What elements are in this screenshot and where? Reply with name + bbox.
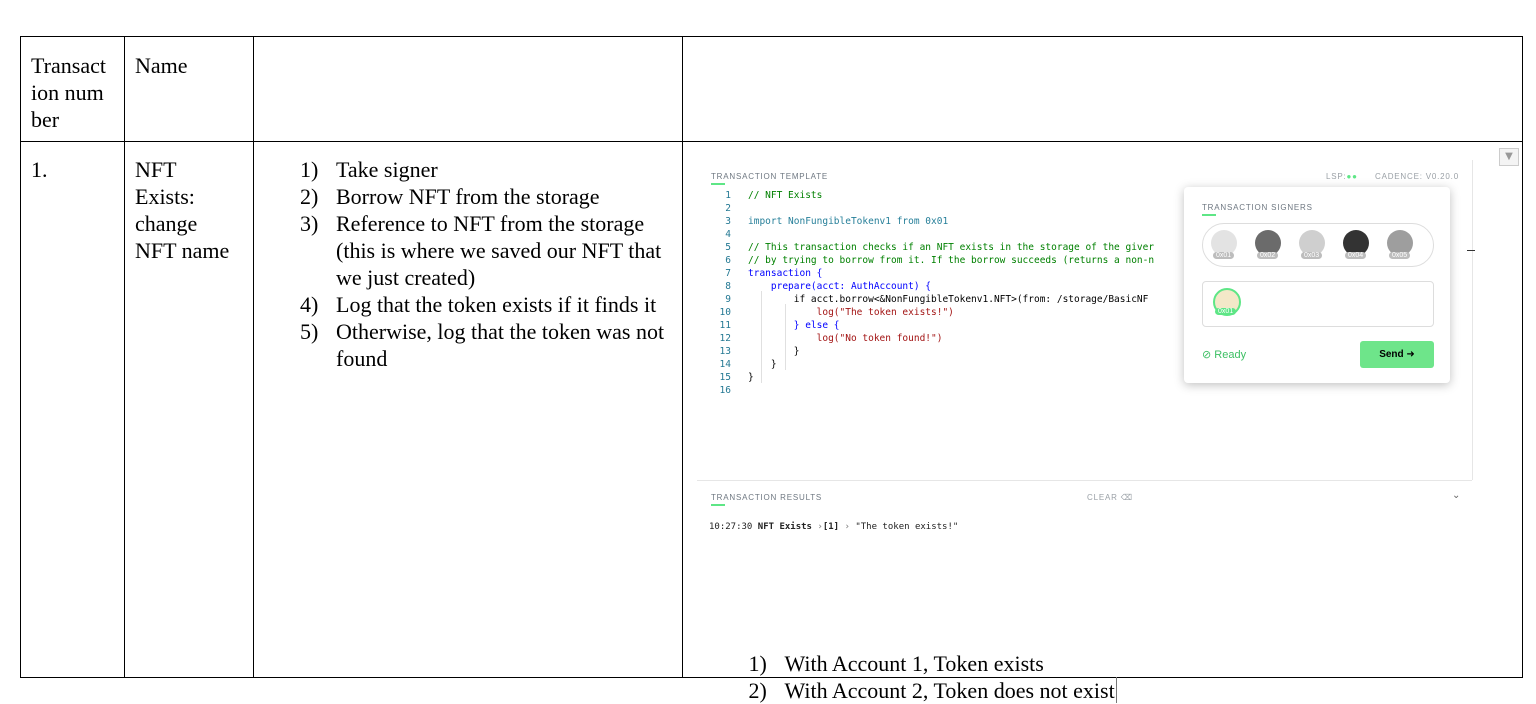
chevron-down-icon[interactable]: ⌄ [1452, 490, 1461, 501]
code-line: 12 log("No token found!") [719, 333, 943, 344]
check-circle-icon: ⊘ [1202, 349, 1212, 361]
clear-button[interactable]: CLEAR ⌫ [1087, 493, 1133, 502]
signers-header: TRANSACTION SIGNERS [1202, 203, 1313, 212]
scroll-down-icon[interactable]: ▼ [1499, 148, 1519, 166]
signers-header-underline [1202, 214, 1216, 216]
code-line: 7 transaction { [725, 268, 823, 279]
code-line: 14 } [719, 359, 777, 370]
results-header: TRANSACTION RESULTS [711, 493, 823, 502]
code-line: 4 [725, 229, 731, 240]
code-editor[interactable]: 1// NFT Exists 2 3 import NonFungibleToke… [707, 189, 1155, 397]
results-notes-list: 1) With Account 1, Token exists 2) With Ac… [749, 650, 1249, 704]
steps-list: 1) Take signer 2) Borrow NFT from the stor… [254, 142, 682, 372]
template-header-underline [711, 183, 725, 185]
list-item: 3) Reference to NFT from the storage (thi… [300, 211, 662, 290]
code-line: 3 import NonFungibleTokenv1 from 0x01 [725, 216, 949, 227]
cadence-version: CADENCE: V0.20.0 [1375, 172, 1459, 181]
cell-name: NFT Exists: change NFT name [124, 141, 254, 678]
code-line: 10 log("The token exists!") [719, 307, 954, 318]
cell-transaction-number: 1. [20, 141, 125, 678]
header-row: Transact ion number Name [20, 36, 1523, 142]
list-item: 2) With Account 2, Token does not exist [748, 676, 1117, 703]
header-name: Name [124, 36, 254, 142]
lsp-dot-icon: ●● [1346, 172, 1358, 181]
transaction-signers-panel: TRANSACTION SIGNERS 0x01 0x02 0x03 0x04 … [1184, 187, 1450, 383]
list-item: 4) Log that the token exists if it finds … [300, 292, 657, 317]
list-item: 5) Otherwise, log that the token was not … [300, 319, 665, 371]
code-line: 9 if acct.borrow<&NonFungibleTokenv1.NFT… [725, 294, 1149, 305]
code-line: 13 } [719, 346, 800, 357]
selected-signers-box[interactable]: 0x01 [1202, 281, 1434, 327]
results-header-underline [711, 504, 725, 506]
arrow-right-circle-icon: ➜ [1406, 349, 1415, 360]
header-empty-2 [682, 36, 1523, 142]
list-item: 2) Borrow NFT from the storage [300, 184, 600, 209]
code-line: 1// NFT Exists [725, 190, 823, 201]
code-line: 5// This transaction checks if an NFT ex… [725, 242, 1155, 253]
cell-steps: 1) Take signer 2) Borrow NFT from the stor… [253, 141, 683, 678]
template-header: TRANSACTION TEMPLATE [711, 172, 829, 181]
code-line: 2 [725, 203, 731, 214]
list-item: 1) With Account 1, Token exists [748, 650, 1044, 676]
eraser-icon: ⌫ [1120, 493, 1133, 502]
embedded-playground-screenshot: TRANSACTION TEMPLATE LSP:●● CADENCE: V0.… [697, 160, 1489, 580]
lsp-status: LSP:●● [1326, 172, 1358, 181]
send-button[interactable]: Send ➜ [1360, 341, 1434, 368]
header-transaction-number: Transact ion number [20, 36, 125, 142]
account-selector[interactable]: 0x01 0x02 0x03 0x04 0x05 [1202, 223, 1434, 267]
divider-dash [1467, 250, 1475, 251]
code-line: 6// by trying to borrow from it. If the … [725, 255, 1155, 266]
account-label: 0x01 [1213, 252, 1235, 259]
account-label: 0x05 [1389, 252, 1411, 259]
status-ready: ⊘ Ready [1202, 349, 1247, 361]
code-line: 11 } else { [719, 320, 840, 331]
text-cursor [1115, 676, 1117, 703]
code-line: 15} [719, 372, 754, 383]
result-log-line: 10:27:30 NFT Exists ›[1] › "The token ex… [709, 522, 959, 532]
header-empty-1 [253, 36, 683, 142]
list-item: 1) Take signer [300, 157, 438, 182]
account-label: 0x04 [1345, 252, 1367, 259]
chevron-right-icon: › [844, 522, 850, 532]
selected-account-label: 0x01 [1215, 308, 1237, 315]
account-label: 0x03 [1301, 252, 1323, 259]
code-line: 8 prepare(acct: AuthAccount) { [725, 281, 932, 292]
account-label: 0x02 [1257, 252, 1279, 259]
code-line: 16 [719, 385, 731, 396]
